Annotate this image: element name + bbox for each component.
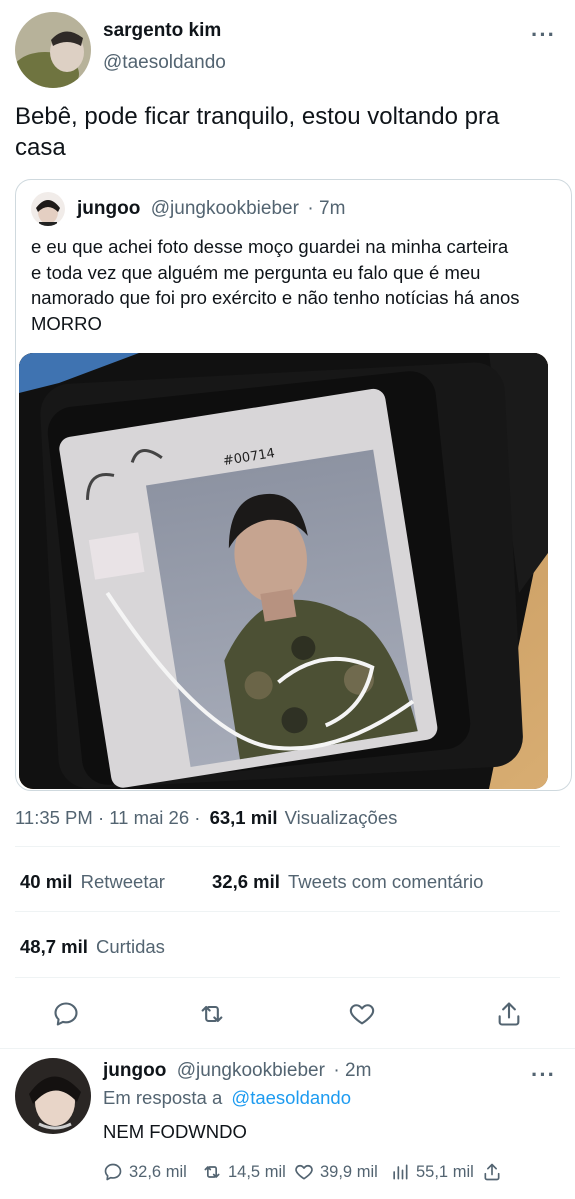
views-count: 63,1 mil — [209, 807, 278, 828]
views-label: Visualizações — [284, 807, 398, 828]
quoted-author-avatar[interactable] — [31, 192, 65, 226]
quotes-label: Tweets com comentário — [288, 871, 484, 892]
tweet-timestamp[interactable]: 11:35 PM · 11 mai 26 · — [15, 807, 200, 828]
divider — [15, 846, 560, 847]
reply-time[interactable]: · 2m — [333, 1060, 371, 1081]
quoted-tweet-photo[interactable]: #00714 — [19, 353, 548, 789]
divider — [0, 1048, 575, 1049]
like-button[interactable] — [348, 1000, 376, 1033]
reply-replies-button[interactable]: 32,6 mil — [103, 1162, 187, 1182]
reply-views-count: 55,1 mil — [416, 1162, 474, 1181]
quoted-tweet-text: e eu que achei foto desse moço guardei n… — [31, 236, 520, 334]
retweets-label: Retweetar — [80, 871, 165, 892]
views-icon — [393, 1164, 408, 1180]
reply-author-name[interactable]: jungoo — [103, 1060, 166, 1081]
author-handle[interactable]: @taesoldando — [103, 52, 226, 74]
reply-icon — [104, 1163, 122, 1181]
quoted-tweet-time[interactable]: · 7m — [307, 198, 345, 219]
reply-retweets-count: 14,5 mil — [228, 1162, 286, 1181]
reply-icon — [54, 1002, 78, 1026]
tweet-meta: 11:35 PM · 11 mai 26 · 63,1 mil Visualiz… — [15, 807, 397, 829]
retweet-icon — [201, 1005, 223, 1023]
retweets-count: 40 mil — [20, 871, 73, 892]
share-button[interactable] — [495, 1000, 523, 1033]
reply-author-handle[interactable]: @jungkookbieber — [177, 1060, 325, 1081]
heart-icon — [295, 1164, 313, 1180]
reply-author-avatar[interactable] — [15, 1058, 91, 1134]
quoted-author-handle[interactable]: @jungkookbieber — [151, 198, 299, 219]
reply-more-options-icon[interactable]: ··· — [531, 1062, 556, 1088]
reply-retweets-button[interactable]: 14,5 mil — [202, 1162, 286, 1182]
divider — [15, 911, 560, 912]
retweet-icon — [204, 1166, 220, 1178]
quotes-count: 32,6 mil — [212, 871, 280, 892]
in-reply-to: Em resposta a @taesoldando — [103, 1087, 351, 1109]
quoted-author-name[interactable]: jungoo — [77, 198, 140, 219]
likes-count: 48,7 mil — [20, 936, 88, 957]
reply-likes-button[interactable]: 39,9 mil — [294, 1162, 378, 1182]
quotes-stat[interactable]: 32,6 mil Tweets com comentário — [212, 871, 483, 893]
share-icon — [498, 1002, 520, 1026]
in-reply-to-label: Em resposta a — [103, 1087, 223, 1108]
reply-replies-count: 32,6 mil — [129, 1162, 187, 1181]
likes-stat[interactable]: 48,7 mil Curtidas — [20, 936, 165, 958]
author-avatar[interactable] — [15, 12, 91, 88]
reply-share-button[interactable] — [482, 1162, 502, 1182]
heart-icon — [349, 1004, 375, 1025]
share-icon — [484, 1163, 500, 1181]
divider — [15, 977, 560, 978]
reply-likes-count: 39,9 mil — [320, 1162, 378, 1181]
in-reply-to-handle[interactable]: @taesoldando — [231, 1087, 351, 1108]
reply-text: NEM FODWNDO — [103, 1121, 247, 1142]
author-name[interactable]: sargento kim — [103, 20, 221, 42]
more-options-icon[interactable]: ··· — [531, 22, 556, 48]
retweets-stat[interactable]: 40 mil Retweetar — [20, 871, 165, 893]
tweet-text: Bebê, pode ficar tranquilo, estou voltan… — [15, 103, 500, 161]
retweet-button[interactable] — [198, 1000, 226, 1033]
reply-button[interactable] — [52, 1000, 80, 1033]
likes-label: Curtidas — [96, 936, 165, 957]
reply-views-button[interactable]: 55,1 mil — [390, 1162, 474, 1182]
